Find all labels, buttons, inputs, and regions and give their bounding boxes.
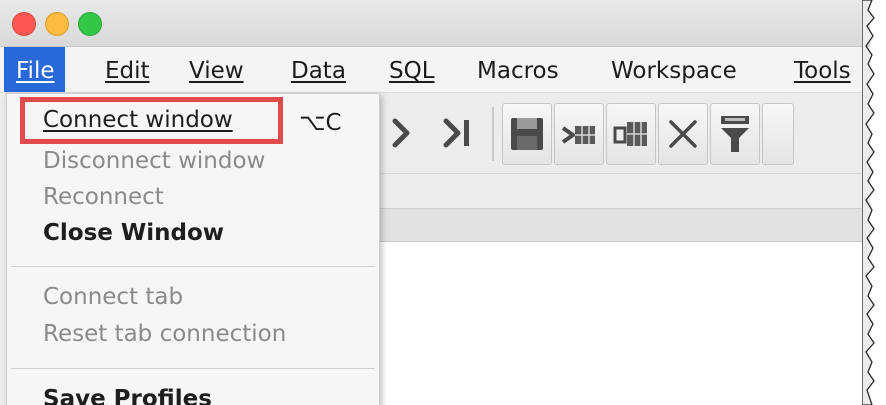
connect-tab-label: Connect tab (43, 284, 184, 310)
tab-bar (378, 174, 870, 209)
last-icon (443, 118, 469, 148)
app-window: File Edit View Data SQL Macros Workspace… (0, 0, 870, 405)
menu-view[interactable]: View (189, 47, 244, 92)
menu-view-label: View (189, 58, 244, 84)
filter-button[interactable] (710, 103, 760, 165)
more-toolbar-button[interactable] (762, 103, 794, 165)
filter-icon (721, 116, 749, 152)
menu-item-close-window[interactable]: Close Window (43, 220, 224, 246)
next-button[interactable] (378, 103, 426, 163)
editor-area[interactable] (378, 242, 870, 405)
disconnect-window-label: Disconnect window (43, 148, 266, 174)
connect-window-shortcut: ⌥C (299, 110, 342, 136)
annotation-highlight-box (20, 97, 283, 144)
results-header (378, 209, 870, 242)
title-bar (0, 0, 870, 47)
save-profiles-label: Save Profiles (43, 386, 212, 405)
menu-workspace[interactable]: Workspace (611, 47, 737, 92)
menu-macros[interactable]: Macros (477, 47, 559, 92)
copy-row-button[interactable] (606, 103, 656, 165)
toolbar (378, 93, 870, 174)
menu-workspace-label: Workspace (611, 58, 737, 84)
reset-tab-connection-label: Reset tab connection (43, 321, 287, 347)
last-button[interactable] (434, 103, 482, 163)
menu-macros-label: Macros (477, 58, 559, 84)
menu-data-label: Data (291, 58, 346, 84)
delete-button[interactable] (658, 103, 708, 165)
menu-bar: File Edit View Data SQL Macros Workspace… (0, 47, 870, 93)
copy-row-icon (613, 122, 647, 146)
menu-edit-label: Edit (105, 58, 150, 84)
menu-sql-label: SQL (389, 58, 435, 84)
menu-item-reconnect: Reconnect (43, 184, 164, 210)
menu-item-connect-tab: Connect tab (43, 284, 183, 310)
menu-item-save-profiles[interactable]: Save Profiles (43, 386, 212, 405)
menu-tools-label: Tools (794, 58, 851, 84)
menu-item-disconnect-window: Disconnect window (43, 148, 265, 174)
menu-file[interactable]: File (4, 47, 65, 92)
menu-data[interactable]: Data (291, 47, 346, 92)
menu-tools[interactable]: Tools (794, 47, 851, 92)
save-button[interactable] (502, 103, 552, 165)
next-icon (392, 118, 410, 148)
reconnect-label: Reconnect (43, 184, 164, 210)
insert-row-icon (561, 126, 595, 144)
insert-row-button[interactable] (554, 103, 604, 165)
menu-separator (11, 266, 375, 267)
save-icon (511, 118, 543, 150)
menu-sql[interactable]: SQL (389, 47, 435, 92)
menu-file-label: File (16, 58, 55, 84)
toolbar-separator (492, 107, 494, 161)
zoom-window-button[interactable] (78, 12, 102, 36)
menu-separator (11, 368, 375, 369)
close-window-label: Close Window (43, 220, 225, 246)
menu-edit[interactable]: Edit (105, 47, 150, 92)
torn-edge-decoration (862, 0, 875, 405)
close-window-button[interactable] (12, 12, 36, 36)
minimize-window-button[interactable] (45, 12, 69, 36)
delete-icon (669, 120, 697, 148)
menu-item-reset-tab-connection: Reset tab connection (43, 321, 286, 347)
